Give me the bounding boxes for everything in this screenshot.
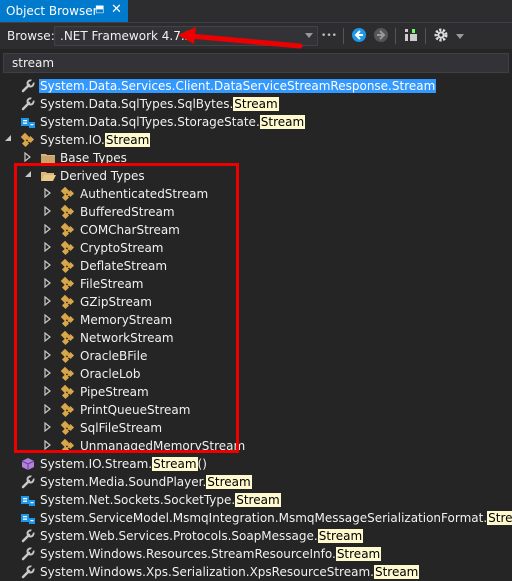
annotation-arrow [178, 27, 303, 49]
